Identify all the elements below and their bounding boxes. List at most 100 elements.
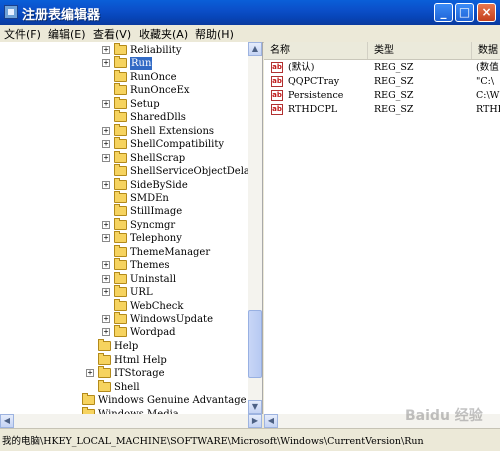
expand-toggle-icon[interactable]: + bbox=[102, 234, 110, 243]
tree-item[interactable]: + WindowsUpdate bbox=[0, 312, 248, 326]
expand-toggle-icon[interactable]: + bbox=[102, 288, 110, 297]
value-row[interactable]: ab (默认) REG_SZ (数值 bbox=[264, 61, 500, 75]
column-data[interactable]: 数据 bbox=[472, 42, 500, 59]
tree-item[interactable]: WebCheck bbox=[0, 298, 248, 313]
registry-key-tree[interactable]: + Reliability + Run RunOnce RunOnceEx + Setup Sh… bbox=[0, 42, 263, 414]
scroll-up-arrow-icon[interactable]: ▲ bbox=[248, 42, 262, 56]
tree-item-label: Reliability bbox=[130, 45, 182, 56]
reg-sz-icon: ab bbox=[271, 104, 283, 115]
value-name: Persistence bbox=[288, 90, 344, 101]
scroll-left-arrow-icon[interactable]: ◀ bbox=[0, 414, 14, 428]
value-data: "C:\ bbox=[476, 76, 495, 87]
expand-toggle-icon[interactable]: + bbox=[102, 59, 110, 68]
tree-item[interactable]: + Uninstall bbox=[0, 271, 248, 286]
tree-item-label: WindowsUpdate bbox=[130, 314, 213, 325]
tree-item-label: Setup bbox=[130, 98, 160, 110]
tree-item-label: ITStorage bbox=[114, 368, 165, 379]
tree-item-label: Run bbox=[130, 57, 153, 71]
tree-item-label: Help bbox=[114, 341, 139, 352]
tree-item[interactable]: Html Help bbox=[0, 352, 248, 367]
expand-toggle-icon[interactable]: + bbox=[102, 315, 110, 323]
menu-view[interactable]: 查看(V) bbox=[93, 26, 131, 42]
tree-item[interactable]: + ShellScrap bbox=[0, 150, 248, 165]
tree-item[interactable]: ThemeManager bbox=[0, 244, 248, 259]
tree-item[interactable]: + Shell Extensions bbox=[0, 123, 248, 138]
value-row[interactable]: ab QQPCTray REG_SZ "C:\ bbox=[264, 75, 500, 89]
tree-item[interactable]: + SideBySide bbox=[0, 177, 248, 192]
tree-item[interactable]: + Syncmgr bbox=[0, 217, 248, 232]
tree-item-label: RunOnceEx bbox=[130, 85, 190, 97]
maximize-button[interactable]: □ bbox=[455, 3, 474, 22]
expand-toggle-icon[interactable]: + bbox=[102, 140, 110, 149]
minimize-button[interactable]: _ bbox=[434, 3, 453, 22]
window-title: 注册表编辑器 bbox=[22, 8, 101, 23]
folder-icon bbox=[114, 285, 127, 298]
expand-toggle-icon[interactable]: + bbox=[102, 274, 110, 283]
value-row[interactable]: ab Persistence REG_SZ C:\W bbox=[264, 89, 500, 103]
tree-item-label: SideBySide bbox=[130, 179, 188, 191]
title-bar[interactable]: 注册表编辑器 _ □ × bbox=[0, 0, 500, 25]
tree-horizontal-scrollbar[interactable]: ◀ ▶ bbox=[0, 414, 262, 428]
registry-editor-window: 注册表编辑器 _ □ × 文件(F) 编辑(E) 查看(V) 收藏夹(A) 帮助… bbox=[0, 0, 500, 451]
tree-vertical-scrollbar[interactable]: ▲ ▼ bbox=[248, 42, 262, 414]
expand-toggle-icon[interactable]: + bbox=[102, 153, 110, 162]
menu-favorites[interactable]: 收藏夹(A) bbox=[139, 26, 188, 42]
tree-item[interactable]: + ShellCompatibility bbox=[0, 137, 248, 151]
folder-icon bbox=[114, 190, 127, 203]
tree-item[interactable]: RunOnce bbox=[0, 69, 248, 84]
folder-icon bbox=[114, 231, 127, 244]
tree-item[interactable]: + Themes bbox=[0, 258, 248, 272]
folder-icon bbox=[98, 352, 111, 365]
regedit-app-icon bbox=[4, 5, 18, 19]
tree-item-label: Syncmgr bbox=[130, 219, 176, 231]
tree-item[interactable]: Windows Genuine Advantage bbox=[0, 393, 248, 407]
tree-item[interactable]: SharedDlls bbox=[0, 110, 248, 124]
expand-toggle-icon[interactable]: + bbox=[102, 328, 110, 337]
tree-item-label: WebCheck bbox=[130, 300, 184, 312]
folder-icon bbox=[82, 393, 95, 405]
value-type: REG_SZ bbox=[374, 104, 414, 115]
tree-item[interactable]: RunOnceEx bbox=[0, 83, 248, 97]
folder-icon bbox=[114, 312, 127, 324]
registry-value-list[interactable]: 名称 类型 数据 ab (默认) REG_SZ (数值 ab QQPCTray REG_SZ… bbox=[264, 42, 500, 414]
tree-item-label: RunOnce bbox=[130, 71, 177, 83]
scroll-down-arrow-icon[interactable]: ▼ bbox=[248, 400, 262, 414]
scroll-right-arrow-icon[interactable]: ▶ bbox=[248, 414, 262, 428]
tree-item[interactable]: + Reliability bbox=[0, 43, 248, 57]
folder-icon bbox=[114, 164, 127, 177]
tree-item[interactable]: ShellServiceObjectDelay bbox=[0, 164, 256, 178]
expand-toggle-icon[interactable]: + bbox=[102, 99, 110, 108]
tree-item[interactable]: + Run bbox=[0, 56, 248, 71]
column-type[interactable]: 类型 bbox=[368, 42, 472, 59]
tree-item[interactable]: Help bbox=[0, 339, 248, 353]
folder-icon bbox=[114, 110, 127, 123]
tree-item[interactable]: + Wordpad bbox=[0, 325, 248, 339]
tree-item[interactable]: + ITStorage bbox=[0, 366, 248, 380]
menu-edit[interactable]: 编辑(E) bbox=[48, 26, 86, 42]
folder-icon bbox=[98, 366, 111, 378]
expand-toggle-icon[interactable]: + bbox=[102, 46, 110, 54]
tree-item[interactable]: + URL bbox=[0, 285, 248, 299]
tree-item[interactable]: StillImage bbox=[0, 204, 248, 218]
tree-item-label: Telephony bbox=[130, 233, 182, 245]
list-scroll-left-arrow-icon[interactable]: ◀ bbox=[264, 414, 278, 428]
expand-toggle-icon[interactable]: + bbox=[102, 180, 110, 189]
menu-help[interactable]: 帮助(H) bbox=[195, 26, 234, 42]
tree-item[interactable]: SMDEn bbox=[0, 190, 248, 205]
tree-item[interactable]: Shell bbox=[0, 379, 248, 394]
close-button[interactable]: × bbox=[477, 3, 496, 22]
tree-item-label: Windows Genuine Advantage bbox=[98, 395, 247, 406]
menu-file[interactable]: 文件(F) bbox=[4, 26, 41, 42]
expand-toggle-icon[interactable]: + bbox=[102, 220, 110, 229]
expand-toggle-icon[interactable]: + bbox=[102, 261, 110, 270]
value-type: REG_SZ bbox=[374, 76, 414, 87]
value-row[interactable]: ab RTHDCPL REG_SZ RTHDC bbox=[264, 103, 500, 117]
expand-toggle-icon[interactable]: + bbox=[102, 126, 110, 135]
tree-item[interactable]: + Telephony bbox=[0, 231, 248, 245]
expand-toggle-icon[interactable]: + bbox=[86, 369, 94, 377]
scroll-thumb[interactable] bbox=[248, 310, 262, 378]
folder-icon bbox=[114, 177, 127, 190]
folder-icon bbox=[114, 217, 127, 230]
column-name[interactable]: 名称 bbox=[264, 42, 368, 59]
tree-item[interactable]: + Setup bbox=[0, 96, 248, 111]
